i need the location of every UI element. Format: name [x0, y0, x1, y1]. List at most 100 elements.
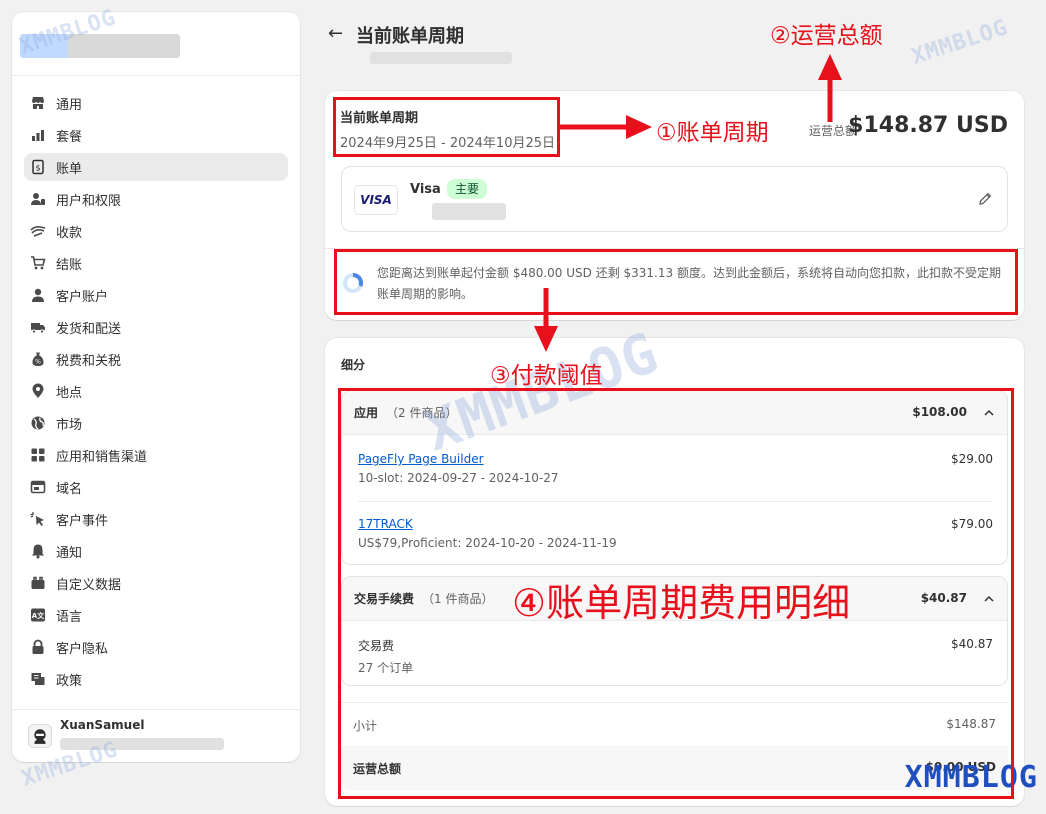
user-email-masked	[60, 738, 224, 750]
sidebar-item-label: 结账	[56, 257, 83, 273]
sidebar-item-customer-events[interactable]: 客户事件	[24, 505, 288, 533]
cycle-dates: 2024年9月25日 - 2024年10月25日	[340, 136, 556, 151]
billing-icon: $	[30, 159, 46, 175]
sidebar-item-label: 应用和销售渠道	[56, 449, 148, 465]
svg-text:%: %	[35, 359, 41, 366]
svg-text:$: $	[35, 164, 40, 173]
transaction-fees-section: 交易手续费 （1 件商品） $40.87 交易费 27 个订单 $40.87	[341, 576, 1008, 686]
item-amount: $79.00	[951, 517, 993, 531]
sidebar-item-label: 账单	[56, 161, 83, 177]
sidebar-item-label: 地点	[56, 385, 83, 401]
sidebar-item-label: 政策	[56, 673, 83, 689]
apps-grid-icon	[30, 447, 46, 463]
person-icon	[30, 287, 46, 303]
store-header[interactable]	[12, 12, 300, 76]
section-name: 交易手续费	[354, 592, 415, 606]
settings-sidebar: 通用 套餐 $ 账单 用户和权限 收款 结账 客户账户 发货和配送 % 税费和关…	[12, 12, 300, 762]
card-divider	[325, 248, 1024, 249]
sidebar-item-customer-accounts[interactable]: 客户账户	[24, 281, 288, 309]
domain-icon	[30, 479, 46, 495]
threshold-progress-ring-icon	[343, 273, 363, 293]
sidebar-item-general[interactable]: 通用	[24, 89, 288, 117]
sidebar-item-users[interactable]: 用户和权限	[24, 185, 288, 213]
sidebar-item-label: 客户隐私	[56, 641, 109, 657]
custom-data-icon	[30, 575, 46, 591]
breakdown-title: 细分	[341, 358, 366, 372]
users-icon	[30, 191, 46, 207]
sidebar-item-checkout[interactable]: 结账	[24, 249, 288, 277]
total-amount: $148.87 USD	[848, 113, 1008, 138]
section-count: （2 件商品）	[386, 406, 458, 420]
sidebar-item-label: 收款	[56, 225, 83, 241]
sidebar-item-privacy[interactable]: 客户隐私	[24, 633, 288, 661]
sidebar-item-custom-data[interactable]: 自定义数据	[24, 569, 288, 597]
sidebar-item-locations[interactable]: 地点	[24, 377, 288, 405]
item-divider	[358, 501, 993, 502]
app-link-17track[interactable]: 17TRACK	[358, 517, 993, 531]
sidebar-item-languages[interactable]: A文 语言	[24, 601, 288, 629]
sidebar-item-label: 市场	[56, 417, 83, 433]
threshold-message: 您距离达到账单起付金额 $480.00 USD 还剩 $331.13 额度。达到…	[377, 266, 1001, 301]
page-title: 当前账单周期	[356, 26, 464, 47]
settings-nav: 通用 套餐 $ 账单 用户和权限 收款 结账 客户账户 发货和配送 % 税费和关…	[24, 89, 288, 697]
grand-total-row: 运营总额 $0.00 USD	[341, 746, 1008, 790]
location-pin-icon	[30, 383, 46, 399]
edit-pencil-icon[interactable]	[977, 191, 993, 207]
sidebar-item-label: 通用	[56, 97, 83, 113]
store-name-masked	[20, 34, 180, 58]
back-button[interactable]: ←	[328, 23, 343, 44]
avatar	[28, 724, 52, 748]
item-description: 10-slot: 2024-09-27 - 2024-10-27	[358, 471, 559, 485]
section-amount: $108.00	[912, 405, 967, 419]
chevron-up-icon[interactable]	[983, 407, 995, 419]
sidebar-item-label: 通知	[56, 545, 83, 561]
billing-cycle-card: 当前账单周期 2024年9月25日 - 2024年10月25日 运营总额 $14…	[325, 91, 1024, 320]
item-description: 27 个订单	[358, 661, 414, 675]
sidebar-item-plan[interactable]: 套餐	[24, 121, 288, 149]
chevron-up-icon[interactable]	[983, 593, 995, 605]
payment-method-box: VISA Visa 主要	[341, 166, 1008, 232]
sidebar-item-markets[interactable]: 市场	[24, 409, 288, 437]
subtotal-label: 小计	[353, 719, 378, 733]
page-subtitle-masked	[370, 52, 512, 64]
cycle-title: 当前账单周期	[340, 111, 419, 126]
sidebar-item-label: 客户事件	[56, 513, 109, 529]
plan-chart-icon	[30, 127, 46, 143]
watermark-text: XMMBLOG	[908, 15, 1012, 70]
sidebar-item-payments[interactable]: 收款	[24, 217, 288, 245]
card-number-masked	[432, 203, 506, 220]
item-name: 交易费	[358, 639, 395, 653]
apps-section: 应用 （2 件商品） $108.00 PageFly Page Builder …	[341, 390, 1008, 565]
truck-icon	[30, 319, 46, 335]
section-count: （1 件商品）	[422, 592, 494, 606]
user-name: XuanSamuel	[60, 718, 145, 732]
list-item: 交易费 27 个订单 $40.87	[358, 637, 993, 676]
tax-bag-icon: %	[30, 351, 46, 367]
sidebar-item-label: 域名	[56, 481, 83, 497]
lock-icon	[30, 639, 46, 655]
user-account-area[interactable]: XuanSamuel	[12, 709, 300, 762]
primary-badge: 主要	[447, 179, 488, 199]
sidebar-item-label: 客户账户	[56, 289, 109, 305]
language-icon: A文	[30, 607, 46, 623]
sidebar-item-notifications[interactable]: 通知	[24, 537, 288, 565]
sidebar-item-taxes[interactable]: % 税费和关税	[24, 345, 288, 373]
sidebar-item-shipping[interactable]: 发货和配送	[24, 313, 288, 341]
list-item: 17TRACK US$79,Proficient: 2024-10-20 - 2…	[358, 517, 993, 550]
sidebar-item-apps[interactable]: 应用和销售渠道	[24, 441, 288, 469]
app-link-pagefly[interactable]: PageFly Page Builder	[358, 452, 993, 466]
item-amount: $29.00	[951, 452, 993, 466]
list-item: PageFly Page Builder 10-slot: 2024-09-27…	[358, 452, 993, 485]
sidebar-item-policies[interactable]: 政策	[24, 665, 288, 693]
store-icon	[30, 95, 46, 111]
sidebar-item-billing[interactable]: $ 账单	[24, 153, 288, 181]
sidebar-item-label: 自定义数据	[56, 577, 122, 593]
payments-icon	[30, 223, 46, 239]
sidebar-item-label: 套餐	[56, 129, 83, 145]
cursor-click-icon	[30, 511, 46, 527]
apps-section-header[interactable]: 应用 （2 件商品） $108.00	[342, 391, 1007, 435]
fees-section-header[interactable]: 交易手续费 （1 件商品） $40.87	[342, 577, 1007, 621]
globe-icon	[30, 415, 46, 431]
bell-icon	[30, 543, 46, 559]
sidebar-item-domains[interactable]: 域名	[24, 473, 288, 501]
